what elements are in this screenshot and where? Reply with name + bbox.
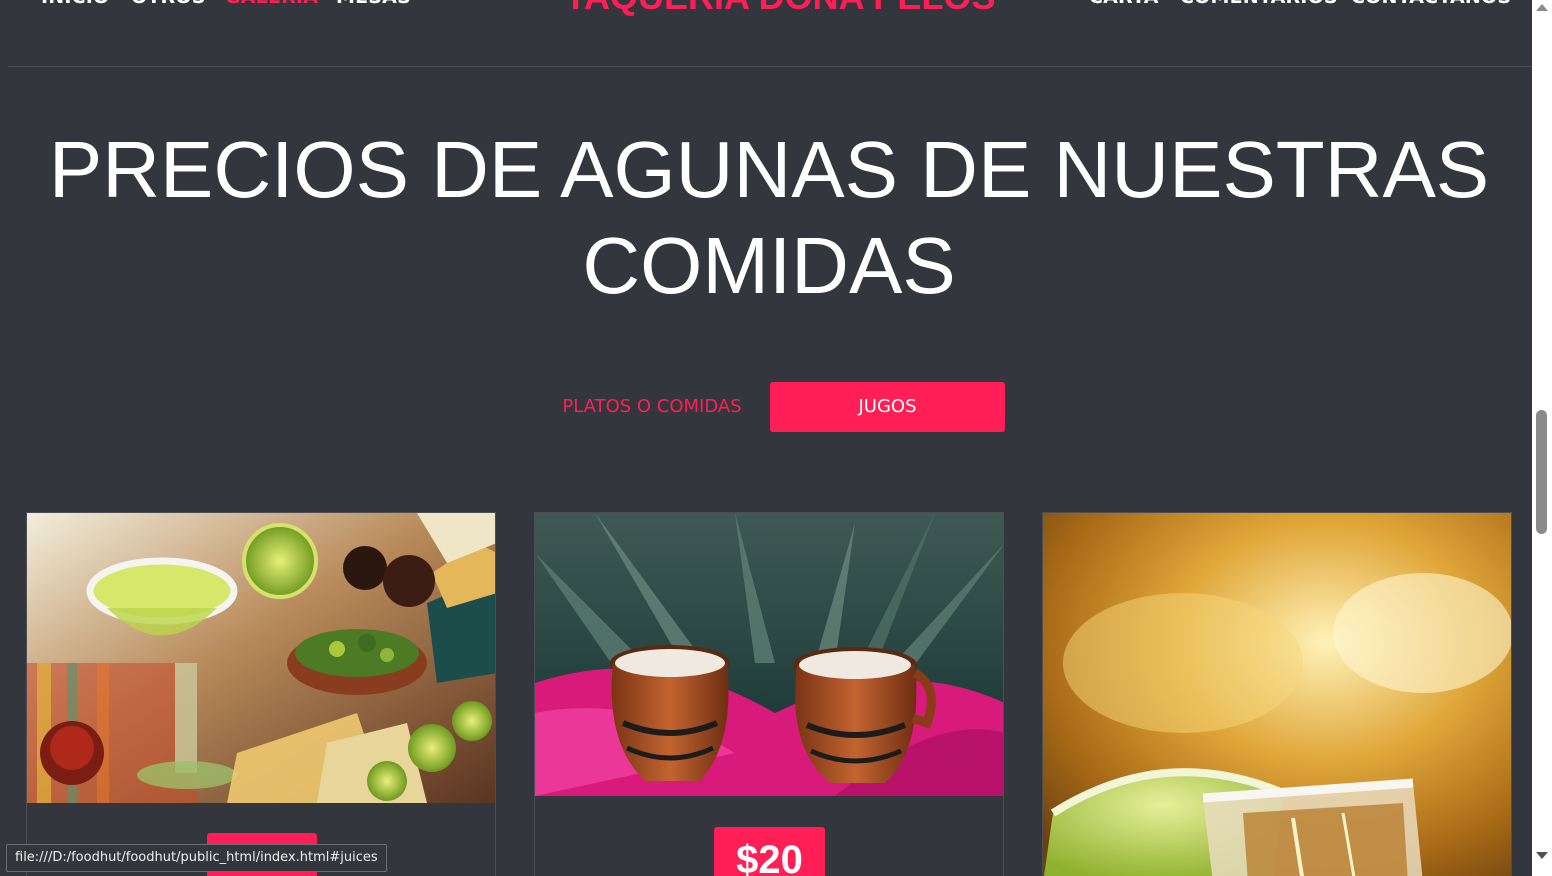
tab-jugos[interactable]: JUGOS xyxy=(770,382,1005,432)
gallery-card-2[interactable]: $20 xyxy=(534,512,1004,876)
status-bar-url: file:///D:/foodhut/foodhut/public_html/i… xyxy=(6,844,387,872)
nav-link-otros[interactable]: OTROS xyxy=(131,0,206,8)
card-3-image xyxy=(1043,513,1511,876)
nav-link-galeria[interactable]: GALERIA xyxy=(225,0,318,8)
nav-link-mesas[interactable]: MESAS xyxy=(336,0,411,8)
gallery-card-1[interactable] xyxy=(26,512,496,876)
tab-platos[interactable]: PLATOS O COMIDAS xyxy=(548,382,756,432)
scroll-up-arrow-icon[interactable] xyxy=(1536,4,1548,11)
card-2-price-badge: $20 xyxy=(714,827,825,876)
section-title: PRECIOS DE AGUNAS DE NUESTRAS COMIDAS xyxy=(48,125,1490,310)
scroll-down-arrow-icon[interactable] xyxy=(1536,852,1548,859)
card-1-image xyxy=(27,513,495,803)
nav-link-comentarios[interactable]: COMENTARIOS xyxy=(1180,0,1338,8)
nav-link-carta[interactable]: CARTA xyxy=(1089,0,1159,8)
navbar: INICIO OTROS GALERIA MESAS TAQUERIA DOÑA… xyxy=(8,0,1532,67)
page: INICIO OTROS GALERIA MESAS TAQUERIA DOÑA… xyxy=(0,0,1532,876)
nav-link-contactanos[interactable]: CONTACTANOS xyxy=(1351,0,1511,8)
scrollbar-thumb[interactable] xyxy=(1536,410,1547,534)
nav-link-inicio[interactable]: INICIO xyxy=(41,0,109,8)
card-2-image xyxy=(535,513,1003,796)
gallery-card-3[interactable] xyxy=(1042,512,1512,876)
brand-logo[interactable]: TAQUERIA DOÑA PELOS xyxy=(528,0,1032,18)
